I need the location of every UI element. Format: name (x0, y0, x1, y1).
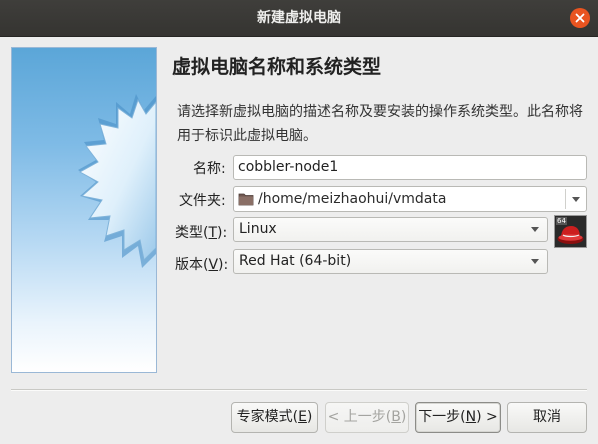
os-64bit-badge: 64 (556, 217, 567, 225)
next-label-suffix: ) > (476, 409, 498, 425)
expert-mode-label-suffix: ) (306, 409, 313, 425)
close-button[interactable] (570, 8, 590, 28)
version-label-prefix: 版本( (175, 257, 209, 273)
name-label: 名称: (193, 161, 226, 177)
name-input[interactable]: cobbler-node1 (233, 155, 587, 180)
type-label-suffix: ): (217, 225, 228, 241)
back-label-prefix: < 上一步( (327, 409, 392, 425)
combo-separator (565, 189, 566, 209)
expert-mode-label-prefix: 专家模式( (236, 409, 299, 425)
type-select[interactable]: Linux (233, 217, 548, 242)
type-label-prefix: 类型( (175, 225, 209, 241)
folder-icon (238, 193, 254, 206)
next-mnemonic: N (465, 409, 477, 425)
page-heading: 虚拟电脑名称和系统类型 (172, 56, 382, 78)
footer-divider (11, 389, 587, 391)
expert-mode-mnemonic: E (298, 409, 307, 425)
type-label-mnemonic: T (208, 225, 218, 241)
folder-path-combo[interactable]: /home/meizhaohui/vmdata (233, 186, 587, 212)
version-label-suffix: ): (218, 257, 229, 273)
folder-label: 文件夹: (179, 193, 226, 209)
version-label-mnemonic: V (208, 257, 219, 273)
close-icon (575, 13, 585, 23)
version-select[interactable]: Red Hat (64-bit) (233, 249, 548, 274)
expert-mode-button[interactable]: 专家模式(E) (231, 402, 318, 433)
title-bar: 新建虚拟电脑 (0, 0, 598, 37)
back-button[interactable]: < 上一步(B) (325, 402, 409, 433)
cancel-button[interactable]: 取消 (507, 402, 587, 433)
chevron-down-icon (531, 227, 539, 232)
next-label-prefix: 下一步( (418, 409, 466, 425)
new-vm-dialog: 新建虚拟电脑 虚拟电脑名称和系统类型 请选择新虚拟电脑的描述名称及要安装的操作系… (0, 0, 598, 444)
next-button[interactable]: 下一步(N) > (415, 402, 501, 433)
chevron-down-icon (531, 259, 539, 264)
back-label-suffix: ) (400, 409, 407, 425)
wizard-banner-image (11, 47, 157, 373)
page-description: 请选择新虚拟电脑的描述名称及要安装的操作系统类型。此名称将用于标识此虚拟电脑。 (177, 104, 583, 144)
chevron-down-icon[interactable] (572, 197, 580, 202)
redhat-os-icon: 64 (554, 215, 587, 248)
folder-path-value: /home/meizhaohui/vmdata (258, 191, 447, 207)
version-label: 版本(V): (175, 254, 228, 274)
type-label: 类型(T): (175, 222, 227, 242)
window-title: 新建虚拟电脑 (257, 10, 341, 26)
type-select-value: Linux (239, 221, 277, 237)
version-select-value: Red Hat (64-bit) (239, 253, 352, 269)
back-mnemonic: B (391, 409, 401, 425)
